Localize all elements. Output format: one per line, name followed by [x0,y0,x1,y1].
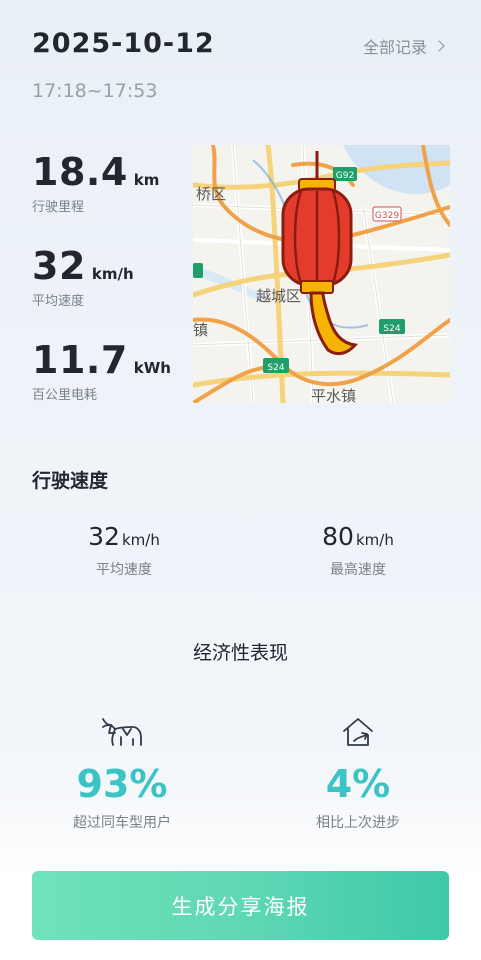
consumption-unit: kWh [133,359,171,377]
map-label-district-left: 桥区 [196,185,226,203]
distance-stat: 18.4 km 行驶里程 [32,150,159,215]
trip-date: 2025-10-12 [32,28,215,59]
badge-s24-bottom-text: S24 [267,363,284,373]
badge-s24-bottom: S24 [263,358,289,373]
route-map[interactable]: G92 G329 S24 S24 桥区 越城区 镇 平水镇 [193,145,450,403]
generate-share-poster-button[interactable]: 生成分享海报 [32,871,449,940]
distance-value: 18.4 [32,150,128,194]
economy-improve-block: 4% 相比上次进步 [258,712,458,832]
avg-speed-stat: 32 km/h 平均速度 [32,244,134,309]
map-label-town-left: 镇 [193,321,208,339]
economy-beat-block: 93% 超过同车型用户 [22,712,222,832]
house-arrow-icon [343,718,373,746]
avg-speed-unit: km/h [91,265,134,283]
average-speed-block: 32 km/h 平均速度 [44,522,204,579]
all-records-link[interactable]: 全部记录 [362,34,445,58]
max-speed-unit: km/h [355,531,394,549]
all-records-label: 全部记录 [362,38,427,57]
badge-g92: G92 [333,167,357,181]
consumption-value: 11.7 [32,338,128,382]
badge-g329: G329 [372,206,402,222]
consumption-stat: 11.7 kWh 百公里电耗 [32,338,171,403]
max-speed-value: 80 [322,522,354,551]
badge-g329-text: G329 [375,211,399,221]
driving-speed-title: 行驶速度 [32,470,109,492]
average-speed-unit: km/h [121,531,160,549]
trip-time-range: 17:18~17:53 [32,80,158,102]
distance-label: 行驶里程 [32,200,85,215]
ox-icon [102,718,142,746]
distance-unit: km [133,171,160,189]
map-label-town-bottom: 平水镇 [311,387,356,403]
beat-users-label: 超过同车型用户 [73,815,171,831]
average-speed-label: 平均速度 [96,562,152,578]
economy-title: 经济性表现 [192,642,288,664]
avg-speed-value: 32 [32,244,86,288]
map-label-district-center: 越城区 [256,287,301,305]
badge-s24-right: S24 [379,319,405,334]
max-speed-block: 80 km/h 最高速度 [278,522,438,579]
improvement-percent: 4% [325,762,391,806]
badge-g92-text: G92 [336,171,354,181]
beat-users-percent: 93% [76,762,168,806]
chevron-right-icon [433,40,445,52]
avg-speed-label: 平均速度 [32,294,85,309]
improvement-label: 相比上次进步 [316,815,400,831]
average-speed-value: 32 [88,522,120,551]
badge-s24-right-text: S24 [383,324,400,334]
max-speed-label: 最高速度 [330,562,386,578]
consumption-label: 百公里电耗 [32,388,98,403]
